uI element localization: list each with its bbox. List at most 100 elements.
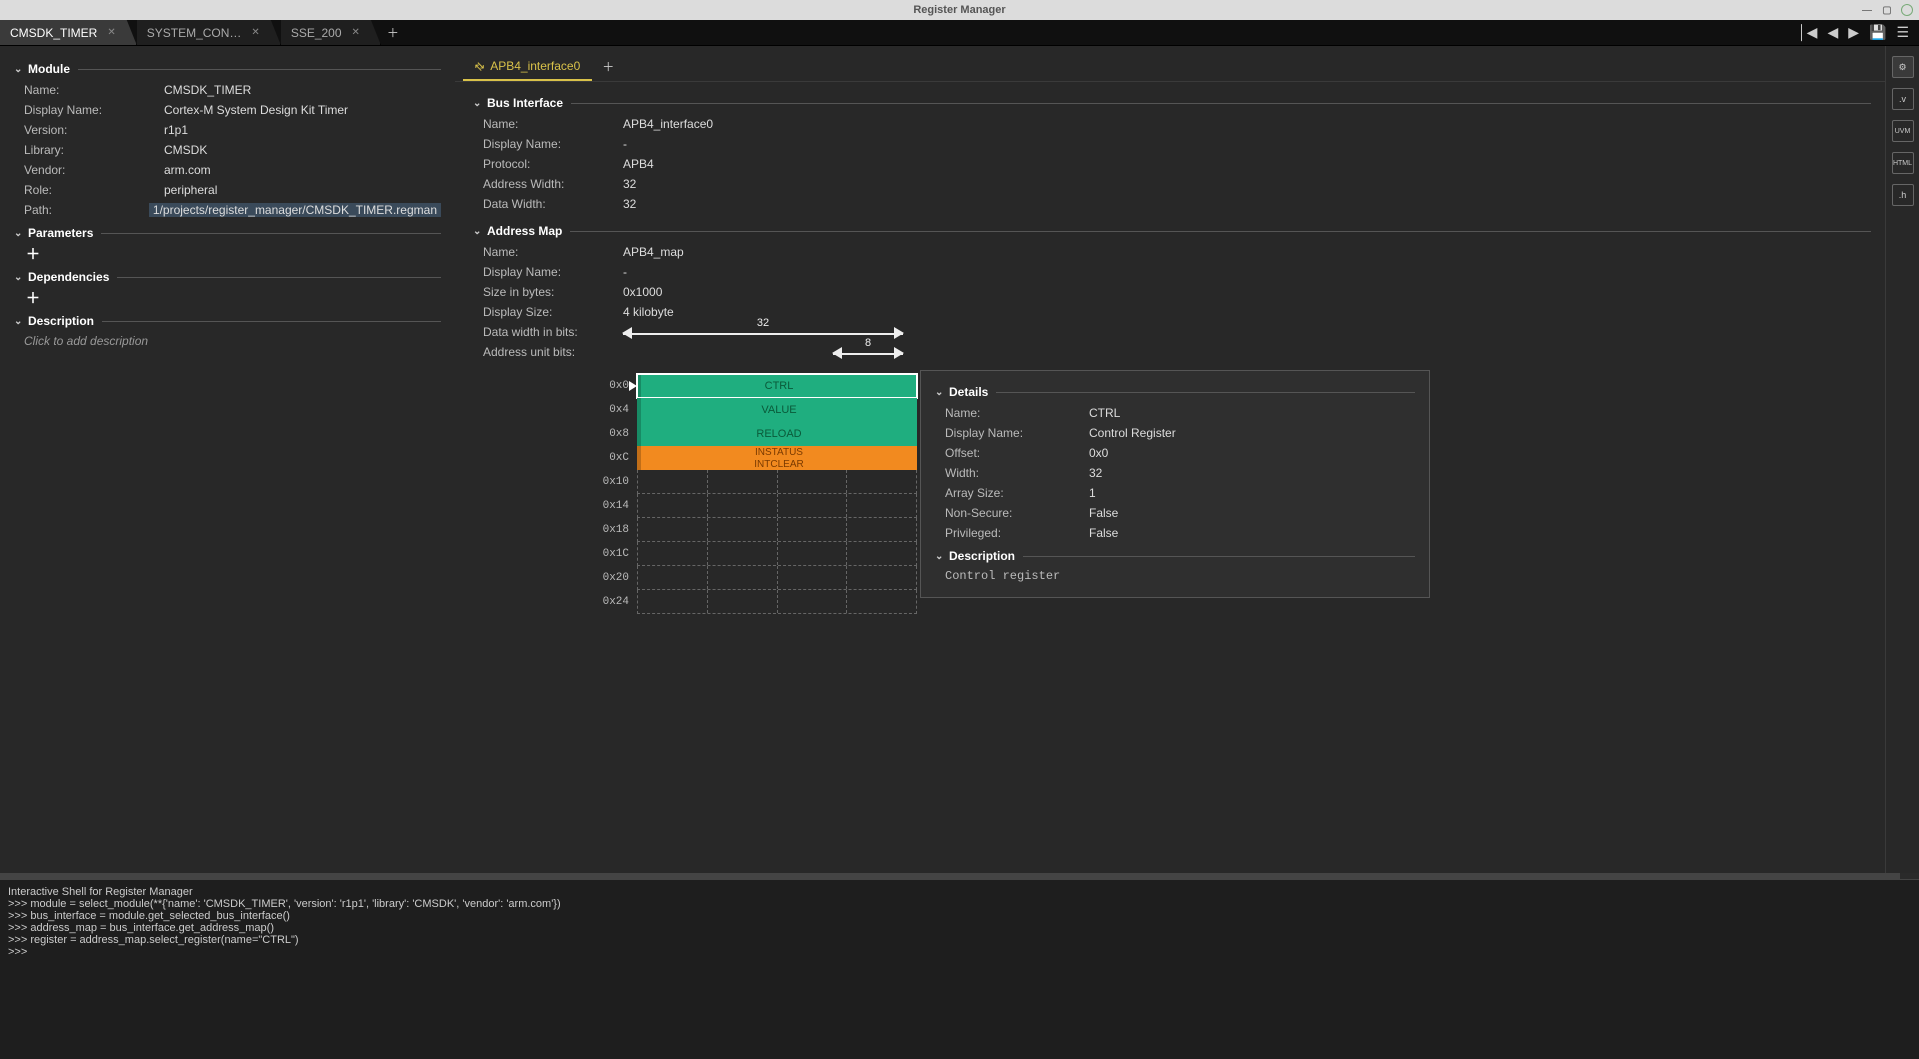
interface-icon: ⇄ [472,58,488,74]
tab-sse-200[interactable]: SSE_200 ✕ [281,20,381,45]
module-name[interactable]: CMSDK_TIMER [164,83,251,97]
addrmap-name[interactable]: APB4_map [623,245,684,259]
section-description[interactable]: ⌄Description [14,314,441,328]
tab-label: SYSTEM_CON… [147,26,242,40]
chevron-down-icon: ⌄ [935,551,947,562]
export-header-button[interactable]: .h [1892,184,1914,206]
details-non-secure[interactable]: False [1089,506,1118,520]
chevron-down-icon: ⌄ [14,228,26,239]
tab-apb4-interface0[interactable]: ⇄ APB4_interface0 [463,53,592,81]
window-close-icon[interactable] [1901,4,1913,16]
document-tabbar: CMSDK_TIMER ✕ SYSTEM_CON… ✕ SSE_200 ✕ ＋ … [0,20,1919,46]
module-role[interactable]: peripheral [164,183,217,197]
console-header: Interactive Shell for Register Manager [8,886,1911,898]
details-description[interactable]: Control register [945,569,1415,583]
export-rail: ⚙ .v UVM HTML .h [1885,46,1919,873]
details-width[interactable]: 32 [1089,466,1102,480]
save-icon[interactable]: 💾 [1869,24,1886,41]
section-module[interactable]: ⌄Module [14,62,441,76]
interactive-shell[interactable]: Interactive Shell for Register Manager >… [0,879,1919,1059]
close-icon[interactable]: ✕ [352,27,360,38]
chevron-down-icon: ⌄ [14,272,26,283]
addr-label: 0x20 [577,566,637,590]
tab-cmsdk-timer[interactable]: CMSDK_TIMER ✕ [0,20,137,45]
register-ctrl[interactable]: CTRL [637,374,917,398]
tab-label: CMSDK_TIMER [10,26,97,40]
gear-icon[interactable]: ⚙ [1892,56,1914,78]
nav-forward-icon[interactable]: ▶ [1848,24,1859,41]
add-dependency-button[interactable]: ＋ [24,288,42,308]
export-html-button[interactable]: HTML [1892,152,1914,174]
register-intclear[interactable]: INTCLEAR [637,458,917,470]
addr-label: 0x4 [577,398,637,422]
details-popover: ⌄Details Name:CTRL Display Name:Control … [920,370,1430,598]
export-uvm-button[interactable]: UVM [1892,120,1914,142]
addr-label: 0x1C [577,542,637,566]
tab-system-con[interactable]: SYSTEM_CON… ✕ [137,20,281,45]
console-line: >>> register = address_map.select_regist… [8,934,1911,946]
add-interface-button[interactable]: ＋ [592,52,624,81]
empty-row [637,470,917,494]
tab-label: SSE_200 [291,26,342,40]
nav-first-icon[interactable]: │◀ [1798,24,1818,41]
addr-label: 0xC [577,446,637,470]
window-titlebar: Register Manager — ▢ [0,0,1919,20]
add-tab-button[interactable]: ＋ [381,20,405,45]
description-placeholder[interactable]: Click to add description [24,334,441,348]
empty-row [637,566,917,590]
console-line: >>> bus_interface = module.get_selected_… [8,910,1911,922]
busif-display-name[interactable]: - [623,137,627,151]
chevron-down-icon: ⌄ [473,98,485,109]
chevron-down-icon: ⌄ [473,226,485,237]
busif-data-width[interactable]: 32 [623,197,636,211]
busif-address-width[interactable]: 32 [623,177,636,191]
addr-unit-arrow: 8 [833,345,903,359]
details-name[interactable]: CTRL [1089,406,1120,420]
register-reload[interactable]: RELOAD [637,422,917,446]
module-path[interactable]: 1/projects/register_manager/CMSDK_TIMER.… [149,203,441,217]
console-prompt[interactable]: >>> [8,946,1911,958]
midtab-label: APB4_interface0 [490,59,580,73]
busif-name[interactable]: APB4_interface0 [623,117,713,131]
empty-row [637,518,917,542]
console-line: >>> address_map = bus_interface.get_addr… [8,922,1911,934]
section-parameters[interactable]: ⌄Parameters [14,226,441,240]
nav-back-icon[interactable]: ◀ [1827,24,1838,41]
section-details[interactable]: ⌄Details [935,385,1415,399]
module-vendor[interactable]: arm.com [164,163,211,177]
section-details-description[interactable]: ⌄Description [935,549,1415,563]
chevron-down-icon: ⌄ [14,64,26,75]
chevron-down-icon: ⌄ [14,316,26,327]
addr-label: 0x14 [577,494,637,518]
console-line: >>> module = select_module(**{'name': 'C… [8,898,1911,910]
addr-label: 0x0 [577,374,637,398]
details-privileged[interactable]: False [1089,526,1118,540]
window-minimize-icon[interactable]: — [1861,4,1873,16]
module-display-name[interactable]: Cortex-M System Design Kit Timer [164,103,348,117]
close-icon[interactable]: ✕ [107,27,115,38]
section-address-map[interactable]: ⌄Address Map [473,224,1871,238]
section-dependencies[interactable]: ⌄Dependencies [14,270,441,284]
empty-row [637,542,917,566]
addrmap-size[interactable]: 0x1000 [623,285,662,299]
module-library[interactable]: CMSDK [164,143,207,157]
addrmap-display-name[interactable]: - [623,265,627,279]
module-version[interactable]: r1p1 [164,123,188,137]
empty-row [637,494,917,518]
section-bus-interface[interactable]: ⌄Bus Interface [473,96,1871,110]
chevron-down-icon: ⌄ [935,387,947,398]
details-offset[interactable]: 0x0 [1089,446,1108,460]
addr-label: 0x18 [577,518,637,542]
register-instatus[interactable]: INSTATUS [637,446,917,458]
close-icon[interactable]: ✕ [251,27,259,38]
window-maximize-icon[interactable]: ▢ [1881,4,1893,16]
export-verilog-button[interactable]: .v [1892,88,1914,110]
busif-protocol[interactable]: APB4 [623,157,654,171]
add-parameter-button[interactable]: ＋ [24,244,42,264]
details-array-size[interactable]: 1 [1089,486,1096,500]
details-display-name[interactable]: Control Register [1089,426,1176,440]
addr-label: 0x10 [577,470,637,494]
menu-icon[interactable]: ☰ [1896,24,1909,41]
empty-row [637,590,917,614]
register-value[interactable]: VALUE [637,398,917,422]
